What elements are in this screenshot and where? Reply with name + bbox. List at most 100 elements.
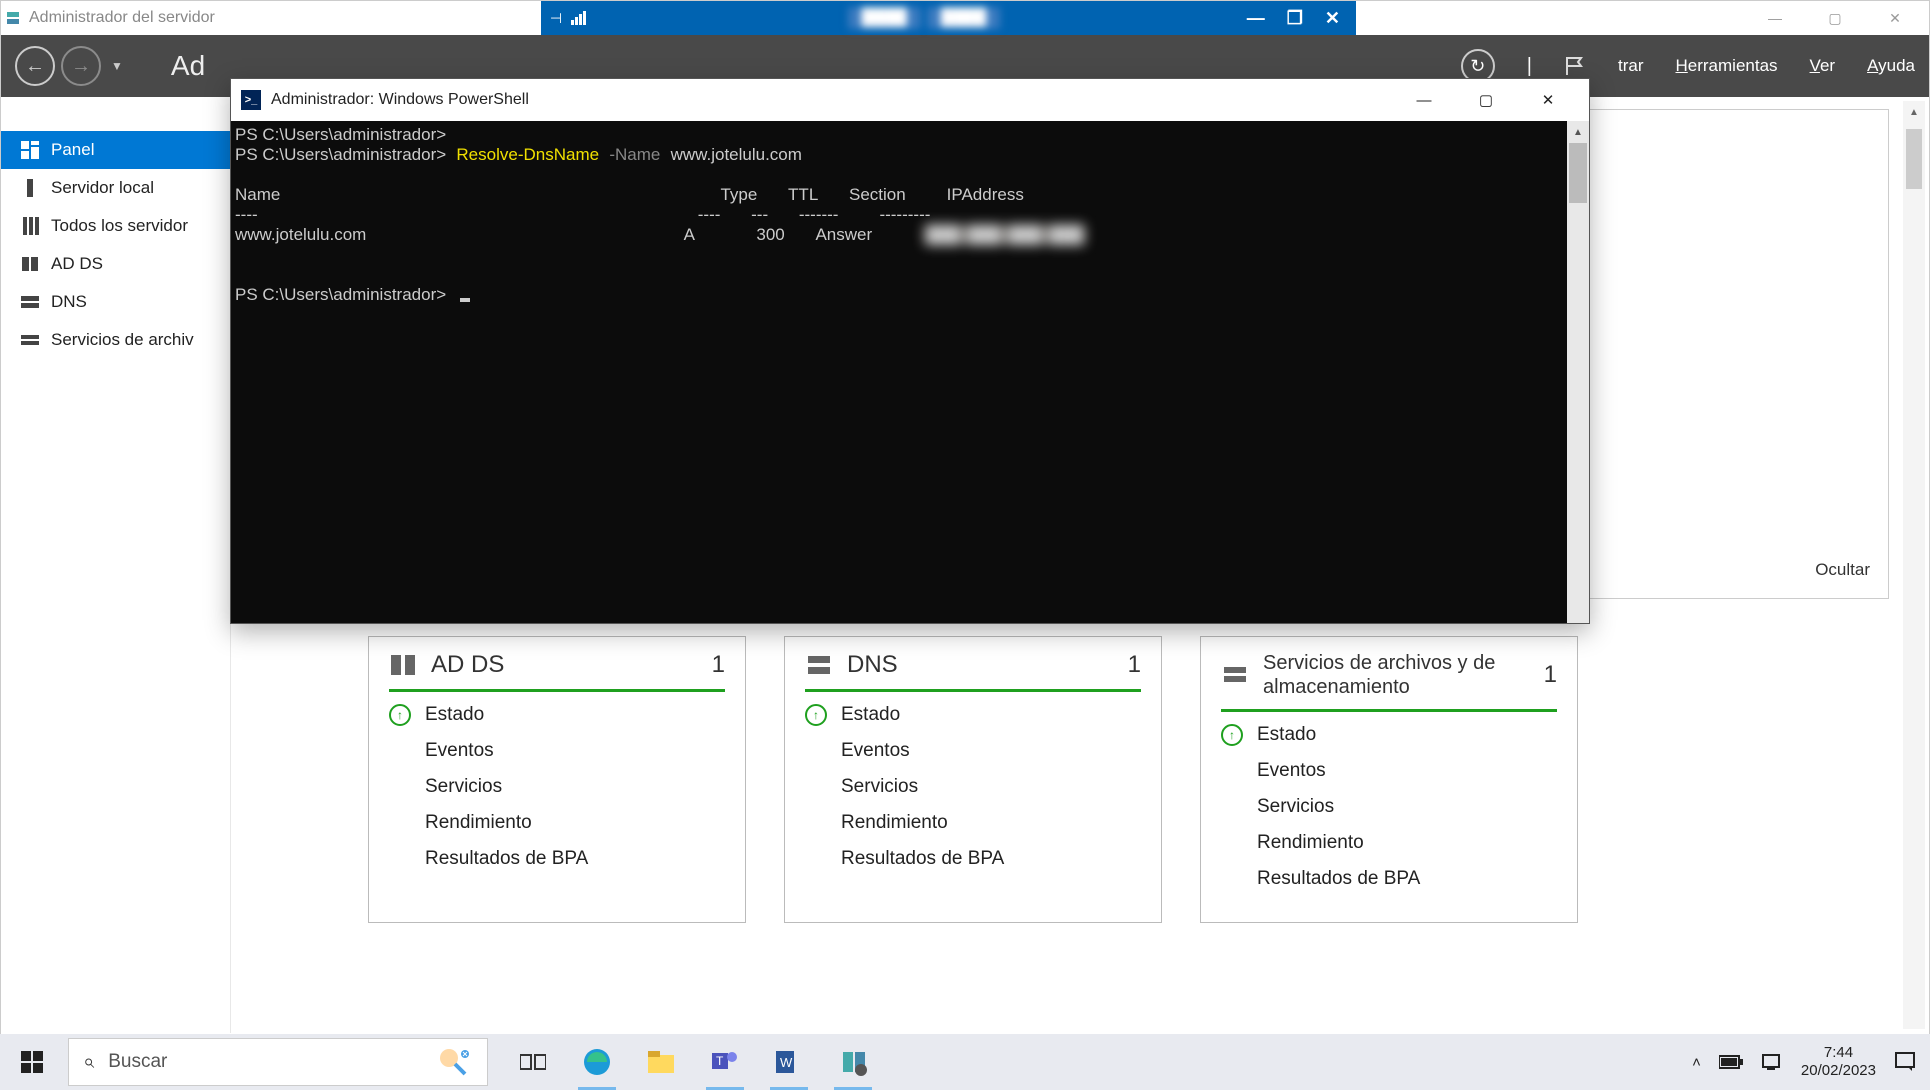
sidebar-item-local-server[interactable]: Servidor local [1,169,230,207]
sidebar-item-ad-ds[interactable]: AD DS [1,245,230,283]
sidebar-item-dns[interactable]: DNS [1,283,230,321]
powershell-title: Administrador: Windows PowerShell [271,91,529,109]
status-ok-icon: ↑ [389,704,411,726]
tile-row-estado[interactable]: ↑Estado [389,700,725,730]
taskbar-app-server-manager[interactable] [822,1034,884,1090]
tile-row-bpa[interactable]: Resultados de BPA [1221,864,1557,894]
tile-row-rendimiento[interactable]: Rendimiento [1221,828,1557,858]
rdp-connection-bar[interactable]: ⊣ ████ ████ — ❐ ✕ [541,1,1356,35]
tile-count: 1 [1128,651,1141,679]
nav-history-dropdown[interactable]: ▼ [111,59,123,73]
rdp-minimize-button[interactable]: — [1247,8,1265,29]
menu-ver[interactable]: Ver [1810,56,1836,76]
svg-text:T: T [716,1054,724,1068]
sidebar: Panel Servidor local Todos los servidor … [1,97,231,1033]
clock-date: 20/02/2023 [1801,1062,1876,1080]
rdp-close-button[interactable]: ✕ [1325,8,1340,29]
nav-back-button[interactable]: ← [15,46,55,86]
sidebar-item-all-servers[interactable]: Todos los servidor [1,207,230,245]
tile-separator [1221,709,1557,712]
maximize-button[interactable]: ▢ [1805,1,1865,35]
scroll-up-arrow[interactable]: ▲ [1903,101,1925,123]
clock-time: 7:44 [1801,1044,1876,1062]
tile-dns[interactable]: DNS 1 ↑Estado Eventos Servicios Rendimie… [784,636,1162,923]
cursor [460,298,470,302]
tile-count: 1 [712,651,725,679]
menu-herramientas[interactable]: Herramientas [1676,56,1778,76]
sidebar-item-label: Servicios de archiv [51,330,194,350]
status-ok-icon: ↑ [1221,724,1243,746]
tile-row-bpa[interactable]: Resultados de BPA [389,844,725,874]
ps-scrollbar[interactable]: ▲ [1567,121,1589,623]
tile-row-rendimiento[interactable]: Rendimiento [805,808,1141,838]
close-button[interactable]: ✕ [1865,1,1925,35]
tile-row-bpa[interactable]: Resultados de BPA [805,844,1141,874]
tray-overflow-icon[interactable]: ˄ [1692,1054,1701,1071]
taskbar-app-word[interactable]: W [758,1034,820,1090]
sidebar-item-label: Servidor local [51,178,154,198]
scroll-thumb[interactable] [1569,143,1587,203]
tile-title: Servicios de archivos y de almacenamient… [1263,651,1530,699]
breadcrumb: Ad [171,50,205,82]
tile-row-estado[interactable]: ↑Estado [805,700,1141,730]
powershell-terminal[interactable]: PS C:\Users\administrador> PS C:\Users\a… [231,121,1589,623]
task-view-button[interactable] [502,1034,564,1090]
taskbar-search[interactable]: ⌕ Buscar [68,1038,488,1086]
clock[interactable]: 7:44 20/02/2023 [1801,1044,1876,1080]
tile-title: AD DS [431,651,698,679]
powershell-window[interactable]: >_ Administrador: Windows PowerShell — ▢… [230,78,1590,624]
menu-ayuda[interactable]: Ayuda [1867,56,1915,76]
network-icon[interactable] [1761,1053,1783,1071]
dns-icon [21,293,39,311]
ps-maximize-button[interactable]: ▢ [1455,79,1517,121]
tile-row-eventos[interactable]: Eventos [805,736,1141,766]
taskbar-app-edge[interactable] [566,1034,628,1090]
tile-row-estado[interactable]: ↑Estado [1221,720,1557,750]
window-title: Administrador del servidor [29,9,215,27]
rdp-host: ████ ████ [601,7,1247,29]
tile-row-servicios[interactable]: Servicios [805,772,1141,802]
tile-row-rendimiento[interactable]: Rendimiento [389,808,725,838]
taskbar: ⌕ Buscar T W ˄ 7:44 20/02/2023 [0,1034,1930,1090]
servers-icon [21,217,39,235]
battery-icon[interactable] [1719,1055,1743,1069]
sidebar-item-file-services[interactable]: Servicios de archiv [1,321,230,359]
files-icon [1221,661,1249,689]
start-button[interactable] [0,1034,64,1090]
powershell-icon: >_ [241,90,261,110]
taskbar-app-teams[interactable]: T [694,1034,756,1090]
taskbar-app-explorer[interactable] [630,1034,692,1090]
rdp-restore-button[interactable]: ❐ [1287,8,1303,29]
tile-count: 1 [1544,661,1557,689]
search-placeholder: Buscar [108,1051,419,1073]
tile-row-servicios[interactable]: Servicios [1221,792,1557,822]
scroll-up-arrow[interactable]: ▲ [1567,121,1589,143]
ps-close-button[interactable]: ✕ [1517,79,1579,121]
tile-row-servicios[interactable]: Servicios [389,772,725,802]
signal-icon [571,11,601,25]
notifications-icon[interactable] [1894,1051,1916,1073]
ps-minimize-button[interactable]: — [1393,79,1455,121]
windows-icon [21,1051,43,1073]
svg-text:W: W [780,1055,793,1070]
tile-row-eventos[interactable]: Eventos [1221,756,1557,786]
flag-icon[interactable] [1564,55,1586,77]
main-scrollbar[interactable]: ▲ [1903,101,1925,1029]
pin-icon[interactable]: ⊣ [541,10,571,27]
minimize-button[interactable]: — [1745,1,1805,35]
menu-administrar[interactable]: trar [1618,56,1644,76]
sidebar-item-panel[interactable]: Panel [1,131,230,169]
outer-window-controls: — ▢ ✕ [1745,1,1925,35]
ocultar-link[interactable]: Ocultar [1815,560,1870,580]
scroll-thumb[interactable] [1906,129,1922,189]
nav-forward-button[interactable]: → [61,46,101,86]
tile-file-services[interactable]: Servicios de archivos y de almacenamient… [1200,636,1578,923]
status-ok-icon: ↑ [805,704,827,726]
files-icon [21,331,39,349]
tile-row-eventos[interactable]: Eventos [389,736,725,766]
tile-separator [389,689,725,692]
cortana-icon[interactable] [433,1042,473,1082]
system-tray: ˄ 7:44 20/02/2023 [1692,1044,1930,1080]
tile-ad-ds[interactable]: AD DS 1 ↑Estado Eventos Servicios Rendim… [368,636,746,923]
powershell-titlebar[interactable]: >_ Administrador: Windows PowerShell — ▢… [231,79,1589,121]
